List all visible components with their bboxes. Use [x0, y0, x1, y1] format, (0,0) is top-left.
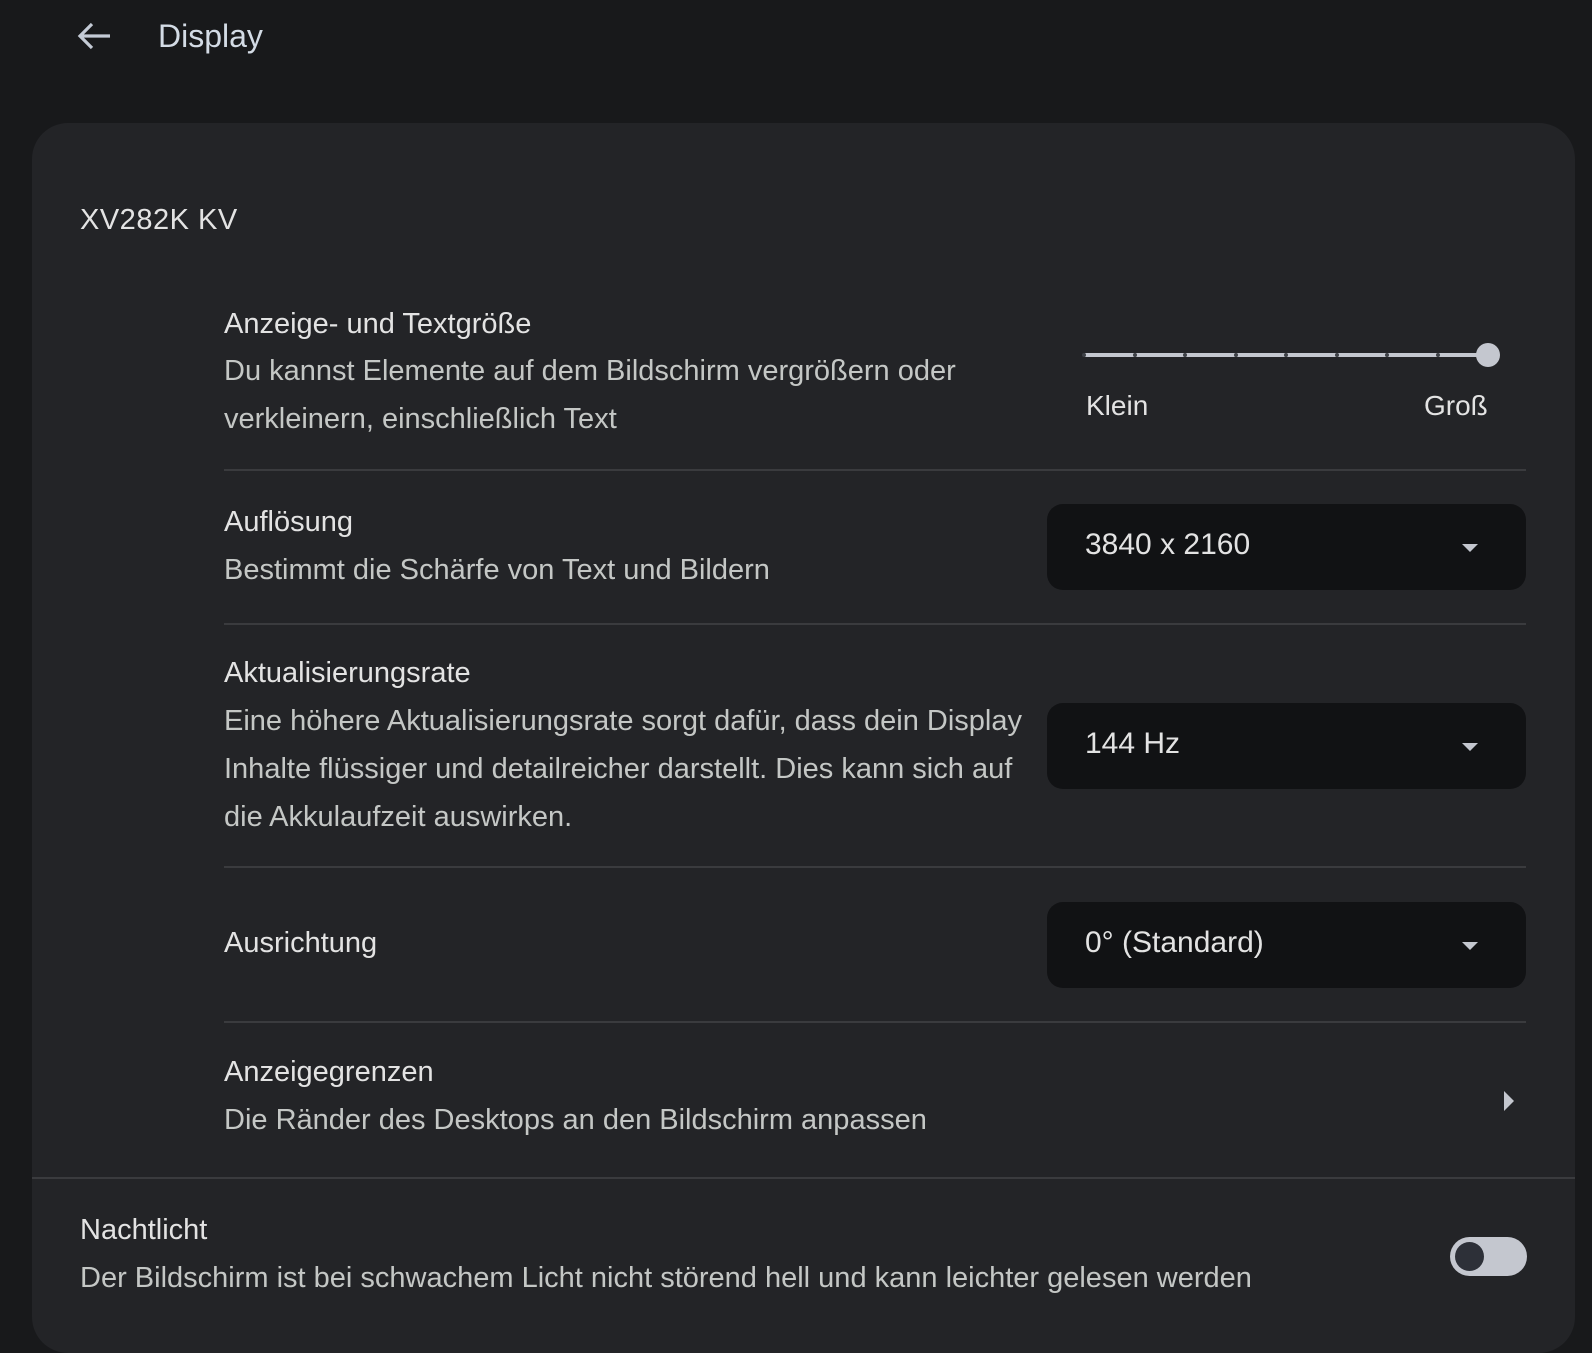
slider-max-label: Groß — [1424, 390, 1488, 421]
dropdown-arrow-icon — [1462, 942, 1478, 950]
resolution-desc: Bestimmt die Schärfe von Text und Bilder… — [224, 554, 770, 586]
back-button[interactable] — [72, 16, 116, 56]
display-size-desc: Du kannst Elemente auf dem Bildschirm ve… — [224, 355, 956, 435]
display-size-label: Anzeige- und Textgröße — [224, 308, 532, 340]
divider — [32, 1177, 1575, 1179]
refresh-rate-dropdown[interactable]: 144 Hz — [1047, 703, 1526, 789]
refresh-rate-label: Aktualisierungsrate — [224, 657, 471, 689]
resolution-label: Auflösung — [224, 506, 353, 538]
arrow-left-icon — [77, 22, 110, 50]
monitor-name: XV282K KV — [80, 204, 238, 236]
night-light-label: Nachtlicht — [80, 1214, 208, 1246]
night-light-desc: Der Bildschirm ist bei schwachem Licht n… — [80, 1262, 1252, 1294]
divider — [224, 469, 1526, 471]
divider — [224, 623, 1526, 625]
overscan-row[interactable]: Anzeigegrenzen Die Ränder des Desktops a… — [224, 1040, 1526, 1160]
slider-tick — [1233, 353, 1238, 357]
slider-tick — [1385, 353, 1389, 357]
divider — [224, 866, 1526, 868]
dropdown-arrow-icon — [1462, 743, 1478, 751]
resolution-value: 3840 x 2160 — [1085, 528, 1251, 561]
overscan-desc: Die Ränder des Desktops an den Bildschir… — [224, 1104, 927, 1136]
refresh-rate-value: 144 Hz — [1085, 727, 1181, 760]
refresh-rate-desc: Eine höhere Aktualisierungsrate sorgt da… — [224, 705, 1022, 833]
overscan-label: Anzeigegrenzen — [224, 1056, 434, 1088]
display-size-slider[interactable] — [1082, 340, 1500, 370]
chevron-right-icon — [1504, 1091, 1514, 1111]
night-light-toggle[interactable] — [1450, 1237, 1527, 1276]
slider-tick — [1082, 353, 1086, 357]
orientation-label: Ausrichtung — [224, 927, 378, 959]
resolution-dropdown[interactable]: 3840 x 2160 — [1047, 504, 1526, 590]
slider-tick — [1435, 353, 1440, 357]
orientation-value: 0° (Standard) — [1085, 926, 1264, 959]
divider — [224, 1021, 1526, 1023]
slider-tick — [1334, 353, 1339, 357]
slider-tick — [1183, 353, 1187, 357]
dropdown-arrow-icon — [1462, 544, 1478, 552]
slider-tick — [1284, 353, 1288, 357]
orientation-dropdown[interactable]: 0° (Standard) — [1047, 902, 1526, 988]
slider-min-label: Klein — [1086, 390, 1149, 421]
page-title: Display — [158, 18, 263, 54]
toggle-knob — [1455, 1242, 1484, 1271]
slider-thumb[interactable] — [1476, 343, 1500, 367]
slider-tick — [1132, 353, 1137, 357]
